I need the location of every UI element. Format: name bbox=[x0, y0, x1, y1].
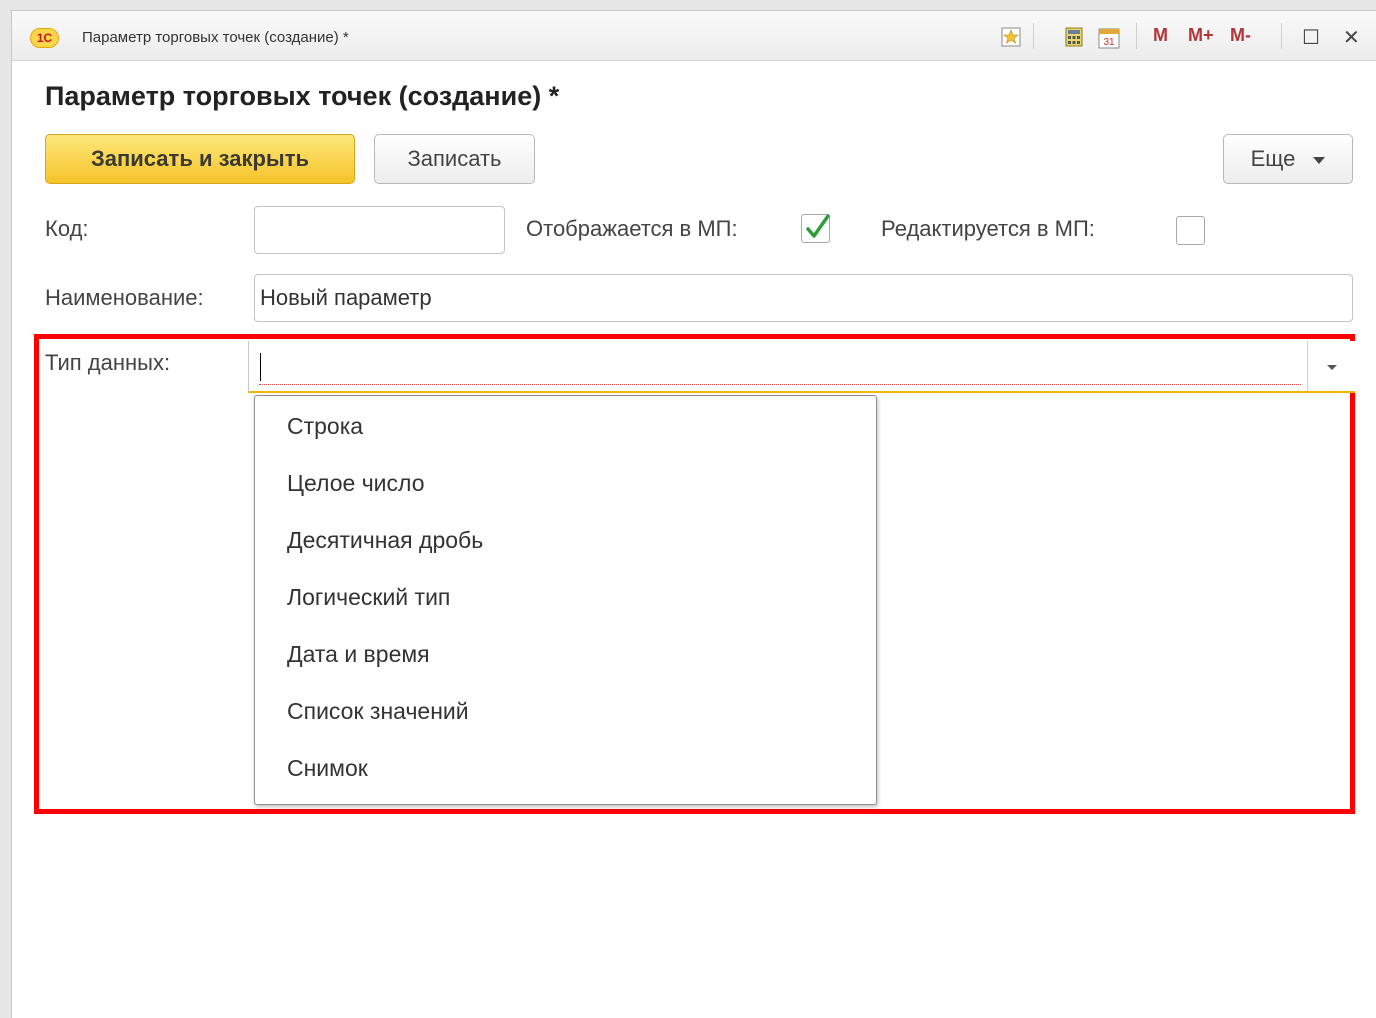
editable-in-mp-label: Редактируется в МП: bbox=[881, 216, 1095, 241]
page-title: Параметр торговых точек (создание) * bbox=[45, 81, 560, 111]
name-input[interactable]: Новый параметр bbox=[254, 274, 1353, 322]
list-item[interactable]: Целое число bbox=[255, 455, 876, 512]
save-button[interactable]: Записать bbox=[374, 134, 535, 184]
datatype-input[interactable] bbox=[259, 349, 1301, 385]
datatype-dropdown-list: Строка Целое число Десятичная дробь Логи… bbox=[254, 395, 877, 805]
app-logo-icon[interactable]: 1С bbox=[30, 28, 59, 48]
chevron-down-icon bbox=[1313, 156, 1326, 164]
chevron-down-icon bbox=[1327, 365, 1337, 370]
maximize-icon[interactable]: ☐ bbox=[1302, 25, 1320, 50]
name-label: Наименование: bbox=[45, 285, 204, 310]
memory-m-button[interactable]: M bbox=[1153, 25, 1168, 46]
text-cursor bbox=[260, 353, 261, 381]
shown-in-mp-checkbox[interactable] bbox=[801, 214, 830, 243]
list-item[interactable]: Логический тип bbox=[255, 569, 876, 626]
favorites-star-icon[interactable] bbox=[1001, 27, 1021, 47]
more-button-label: Еще bbox=[1250, 146, 1296, 171]
editable-in-mp-checkbox[interactable] bbox=[1176, 216, 1205, 245]
svg-text:31: 31 bbox=[1103, 37, 1115, 48]
shown-in-mp-label: Отображается в МП: bbox=[526, 216, 738, 241]
calculator-icon[interactable] bbox=[1064, 27, 1084, 47]
list-item[interactable]: Строка bbox=[255, 398, 876, 455]
list-item[interactable]: Список значений bbox=[255, 683, 876, 740]
memory-m-plus-button[interactable]: M+ bbox=[1188, 25, 1214, 46]
form-window: 1С Параметр торговых точек (создание) * … bbox=[11, 10, 1376, 1018]
save-and-close-button[interactable]: Записать и закрыть bbox=[45, 134, 355, 184]
checkmark-icon bbox=[806, 214, 830, 238]
code-input[interactable] bbox=[254, 206, 505, 254]
toolbar-separator bbox=[1136, 23, 1137, 49]
calendar-icon[interactable]: 31 bbox=[1098, 27, 1120, 49]
memory-m-minus-button[interactable]: M- bbox=[1230, 25, 1251, 46]
datatype-label: Тип данных: bbox=[45, 350, 171, 375]
toolbar-separator bbox=[1033, 23, 1034, 49]
toolbar-separator bbox=[1281, 23, 1282, 49]
list-item[interactable]: Десятичная дробь bbox=[255, 512, 876, 569]
close-icon[interactable]: ✕ bbox=[1343, 25, 1360, 50]
title-bar: 1С Параметр торговых точек (создание) * … bbox=[12, 11, 1376, 61]
list-item[interactable]: Дата и время bbox=[255, 626, 876, 683]
more-menu-button[interactable]: Еще bbox=[1223, 134, 1353, 184]
list-item[interactable]: Снимок bbox=[255, 740, 876, 797]
datatype-combobox[interactable] bbox=[248, 341, 1355, 393]
datatype-dropdown-button[interactable] bbox=[1307, 341, 1355, 391]
window-title: Параметр торговых точек (создание) * bbox=[82, 29, 349, 46]
code-label: Код: bbox=[45, 216, 89, 241]
